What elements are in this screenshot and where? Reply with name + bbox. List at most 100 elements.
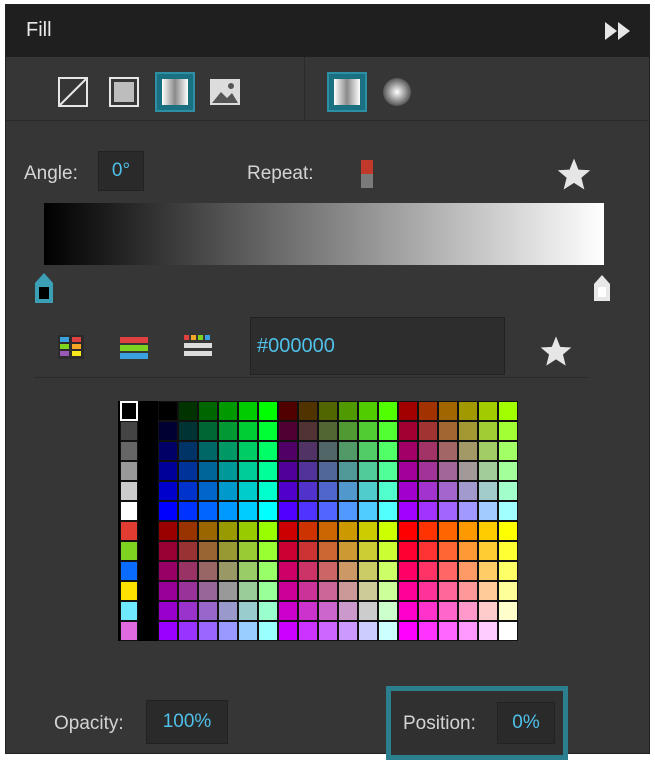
color-swatch[interactable]	[218, 421, 238, 441]
color-swatch[interactable]	[378, 501, 398, 521]
color-swatch[interactable]	[418, 401, 438, 421]
color-swatch[interactable]	[238, 441, 258, 461]
color-swatch[interactable]	[278, 461, 298, 481]
color-swatch[interactable]	[438, 581, 458, 601]
color-swatch[interactable]	[418, 601, 438, 621]
color-swatch[interactable]	[498, 421, 518, 441]
gradient-stop-start[interactable]	[35, 273, 53, 308]
color-swatch[interactable]	[238, 581, 258, 601]
color-swatch[interactable]	[458, 401, 478, 421]
color-swatch[interactable]	[258, 481, 278, 501]
color-swatch[interactable]	[158, 401, 178, 421]
color-swatch[interactable]	[418, 521, 438, 541]
color-swatch[interactable]	[298, 501, 318, 521]
color-swatch[interactable]	[358, 461, 378, 481]
color-swatch[interactable]	[238, 481, 258, 501]
color-swatch[interactable]	[258, 461, 278, 481]
color-swatch[interactable]	[378, 541, 398, 561]
color-swatch[interactable]	[318, 601, 338, 621]
color-swatch[interactable]	[358, 521, 378, 541]
color-swatch[interactable]	[318, 521, 338, 541]
color-swatch[interactable]	[318, 501, 338, 521]
color-swatch[interactable]	[298, 521, 318, 541]
color-swatch[interactable]	[298, 541, 318, 561]
color-swatch[interactable]	[438, 621, 458, 641]
color-swatch[interactable]	[418, 541, 438, 561]
color-swatch[interactable]	[218, 441, 238, 461]
color-swatch[interactable]	[120, 561, 138, 581]
color-swatch[interactable]	[298, 601, 318, 621]
color-swatch[interactable]	[278, 501, 298, 521]
radial-gradient-icon[interactable]	[380, 75, 414, 109]
color-swatch[interactable]	[238, 601, 258, 621]
color-swatch[interactable]	[218, 561, 238, 581]
color-swatch[interactable]	[278, 401, 298, 421]
color-swatch[interactable]	[258, 441, 278, 461]
repeat-toggle-icon[interactable]	[361, 160, 373, 188]
color-swatch[interactable]	[438, 441, 458, 461]
color-swatch[interactable]	[478, 581, 498, 601]
color-swatch[interactable]	[358, 481, 378, 501]
color-swatch[interactable]	[498, 461, 518, 481]
gradient-fill-icon[interactable]	[155, 72, 195, 112]
color-swatch[interactable]	[178, 421, 198, 441]
no-fill-icon[interactable]	[56, 75, 90, 109]
color-swatch[interactable]	[378, 521, 398, 541]
color-swatch[interactable]	[218, 521, 238, 541]
color-swatch[interactable]	[238, 561, 258, 581]
color-swatch[interactable]	[298, 401, 318, 421]
color-swatch[interactable]	[278, 601, 298, 621]
color-swatch[interactable]	[338, 621, 358, 641]
color-swatch[interactable]	[158, 561, 178, 581]
color-swatch[interactable]	[418, 581, 438, 601]
color-swatch[interactable]	[478, 521, 498, 541]
color-swatch[interactable]	[458, 421, 478, 441]
color-swatch[interactable]	[458, 581, 478, 601]
color-swatch[interactable]	[498, 541, 518, 561]
color-swatch[interactable]	[258, 521, 278, 541]
color-swatch[interactable]	[378, 401, 398, 421]
angle-input[interactable]: 0°	[98, 151, 144, 191]
color-swatch[interactable]	[258, 401, 278, 421]
color-swatch[interactable]	[438, 481, 458, 501]
color-swatch[interactable]	[158, 601, 178, 621]
color-swatch[interactable]	[478, 401, 498, 421]
gradient-preview-bar[interactable]	[44, 203, 604, 265]
position-input[interactable]: 0%	[497, 702, 555, 744]
color-swatch[interactable]	[478, 541, 498, 561]
color-swatch[interactable]	[338, 421, 358, 441]
color-swatch[interactable]	[178, 601, 198, 621]
color-swatch[interactable]	[438, 541, 458, 561]
color-swatch[interactable]	[178, 481, 198, 501]
color-swatch[interactable]	[120, 621, 138, 641]
color-swatch[interactable]	[278, 561, 298, 581]
color-swatch[interactable]	[158, 461, 178, 481]
color-swatch[interactable]	[338, 561, 358, 581]
color-swatch[interactable]	[478, 461, 498, 481]
color-swatch[interactable]	[198, 521, 218, 541]
color-swatch[interactable]	[458, 521, 478, 541]
color-swatch[interactable]	[120, 601, 138, 621]
star-icon[interactable]	[556, 157, 592, 196]
color-swatch[interactable]	[120, 521, 138, 541]
color-swatch[interactable]	[498, 521, 518, 541]
color-swatch[interactable]	[498, 401, 518, 421]
color-swatch[interactable]	[198, 401, 218, 421]
color-swatch[interactable]	[278, 581, 298, 601]
color-swatch[interactable]	[238, 401, 258, 421]
color-swatch[interactable]	[318, 621, 338, 641]
color-swatch[interactable]	[218, 481, 238, 501]
color-swatch[interactable]	[378, 441, 398, 461]
color-swatch[interactable]	[398, 481, 418, 501]
color-swatch[interactable]	[498, 601, 518, 621]
color-swatch[interactable]	[358, 621, 378, 641]
color-swatch[interactable]	[298, 461, 318, 481]
color-swatch[interactable]	[318, 481, 338, 501]
image-fill-icon[interactable]	[208, 75, 242, 109]
color-swatch[interactable]	[198, 501, 218, 521]
color-swatch[interactable]	[478, 621, 498, 641]
solid-fill-icon[interactable]	[107, 75, 141, 109]
color-swatch[interactable]	[198, 421, 218, 441]
color-swatch[interactable]	[498, 621, 518, 641]
color-swatch[interactable]	[120, 481, 138, 501]
